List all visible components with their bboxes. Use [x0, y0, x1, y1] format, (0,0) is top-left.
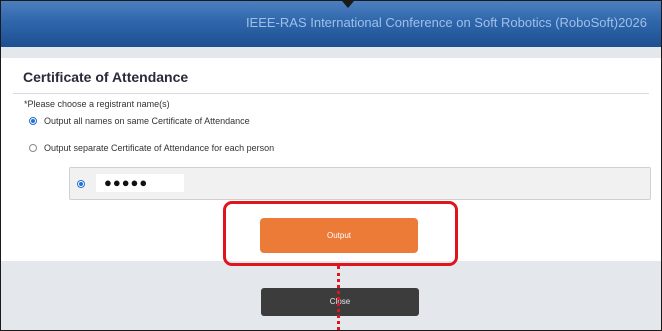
radio-separate-certificate[interactable]: [29, 144, 37, 152]
registrant-list-item: ●●●●●: [69, 167, 651, 200]
title-divider: [13, 93, 649, 94]
option-separate-certificate-label: Output separate Certificate of Attendanc…: [44, 143, 275, 153]
option-same-certificate-label: Output all names on same Certificate of …: [44, 116, 250, 126]
conference-title: IEEE-RAS International Conference on Sof…: [245, 15, 647, 30]
radio-same-certificate[interactable]: [29, 117, 37, 125]
window-frame: IEEE-RAS International Conference on Sof…: [0, 0, 662, 331]
close-button[interactable]: Close: [261, 288, 419, 316]
annotation-highlight-box: [223, 201, 458, 266]
annotation-dotted-line: [337, 266, 340, 330]
registrant-name: ●●●●●: [96, 174, 184, 192]
option-same-certificate[interactable]: Output all names on same Certificate of …: [29, 116, 250, 126]
annotation-arrow-icon: [342, 1, 354, 8]
radio-registrant[interactable]: [77, 180, 85, 188]
option-separate-certificate[interactable]: Output separate Certificate of Attendanc…: [29, 143, 274, 153]
conference-header: IEEE-RAS International Conference on Sof…: [1, 1, 661, 47]
registrant-prompt: *Please choose a registrant name(s): [24, 99, 170, 109]
page-title: Certificate of Attendance: [23, 69, 189, 85]
